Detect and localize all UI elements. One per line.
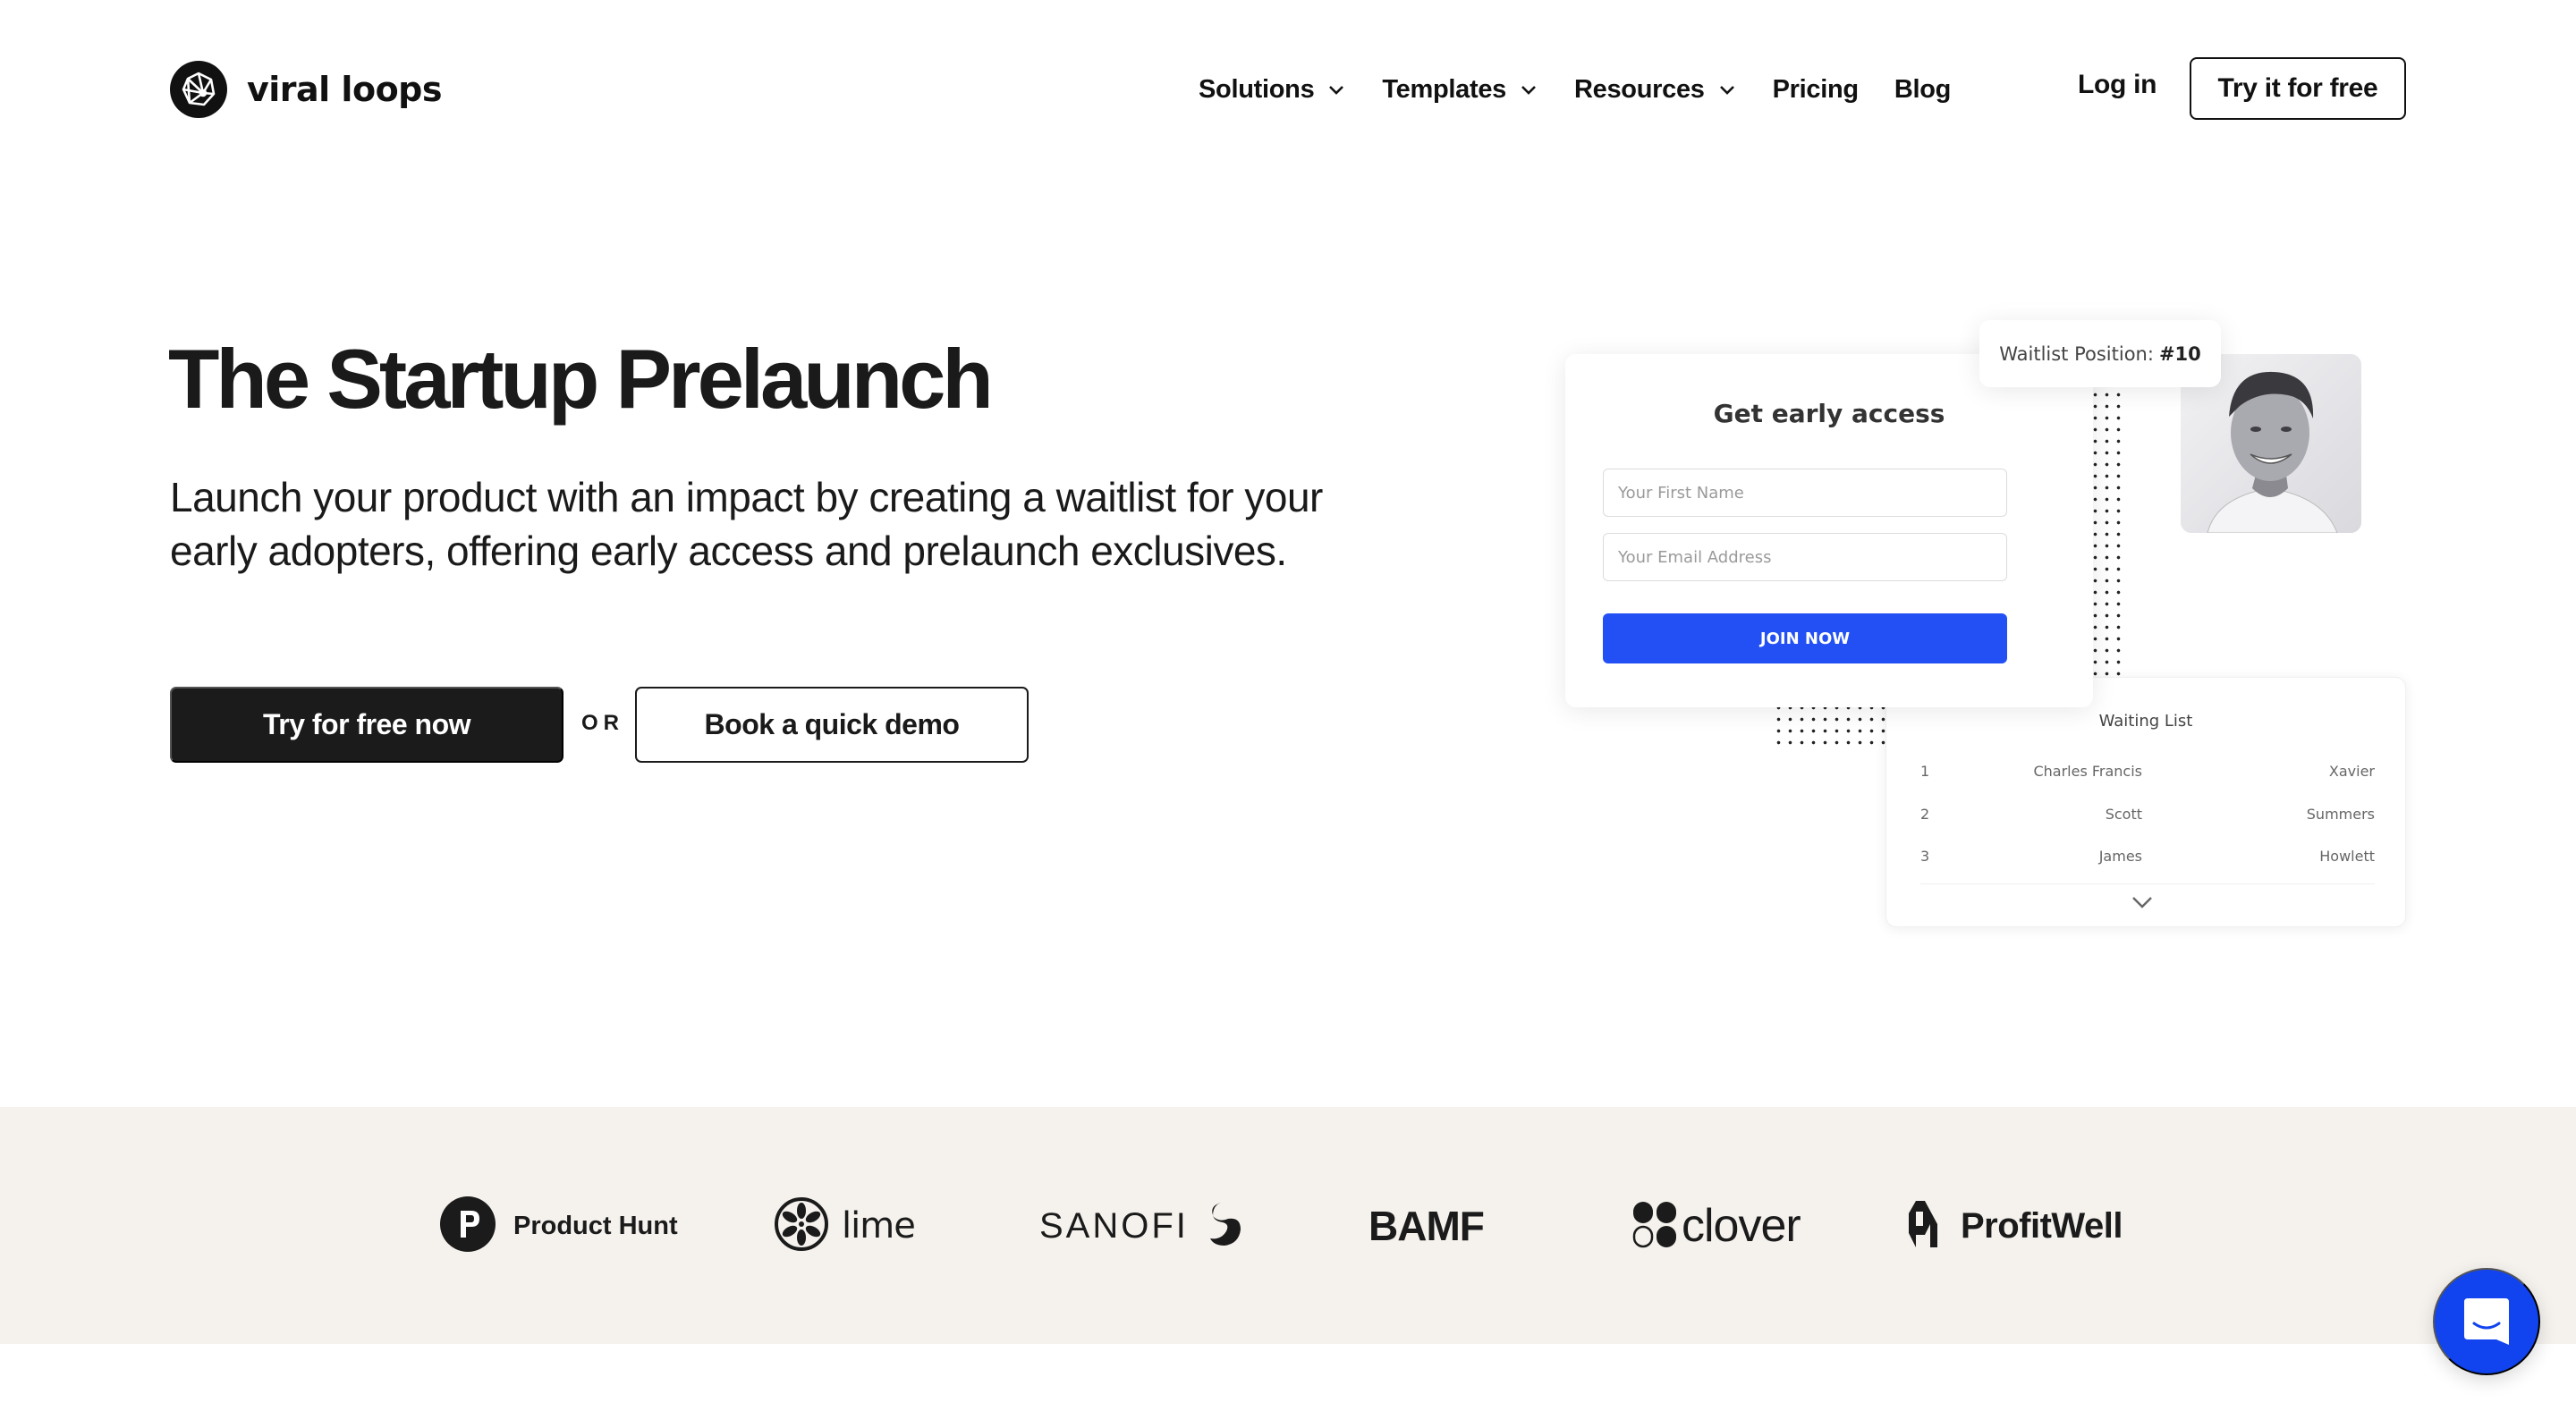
first-name: James [2098, 848, 2142, 865]
chevron-down-icon [1519, 80, 1538, 99]
sanofi-name: SANOFI [1039, 1205, 1189, 1246]
hero-description: Launch your product with an impact by cr… [170, 474, 1323, 574]
nav-pricing-label: Pricing [1772, 74, 1860, 104]
brand-name: viral loops [247, 70, 443, 109]
nav-pricing[interactable]: Pricing [1772, 74, 1860, 105]
lime-icon [774, 1196, 829, 1256]
nav-solutions[interactable]: Solutions [1199, 75, 1346, 105]
dot-pattern-decoration [2089, 389, 2125, 680]
email-input[interactable] [1603, 533, 2007, 581]
dot-pattern-decoration [1773, 702, 1889, 748]
try-free-header-button[interactable]: Try it for free [2190, 57, 2406, 120]
nav-blog-label: Blog [1894, 74, 1952, 104]
customer-logos-band [0, 1107, 2576, 1344]
nav-resources-label: Resources [1574, 74, 1705, 104]
chat-bubble-icon [2461, 1295, 2512, 1349]
logo-clover: clover [1631, 1194, 1801, 1258]
profitwell-icon [1905, 1199, 1955, 1254]
brand-logo[interactable]: viral loops [170, 61, 443, 118]
logo-sanofi: SANOFI [1039, 1194, 1244, 1258]
waiting-list-row: 2 Scott Summers [1920, 806, 2375, 832]
logo-product-hunt: Product Hunt [440, 1194, 678, 1258]
or-separator: OR [581, 711, 624, 735]
form-title: Get early access [1713, 399, 1945, 428]
waiting-list-title: Waiting List [2098, 712, 2193, 731]
chevron-down-icon [1326, 80, 1346, 99]
nav-resources[interactable]: Resources [1574, 75, 1737, 105]
waiting-list-row: 1 Charles Francis Xavier [1920, 763, 2375, 790]
viral-loops-logo-icon [170, 61, 227, 118]
early-access-form-card: Get early access JOIN NOW [1565, 354, 2093, 707]
book-demo-button[interactable]: Book a quick demo [635, 687, 1029, 763]
nav-solutions-label: Solutions [1199, 74, 1315, 104]
hero-title: The Startup Prelaunch [168, 332, 994, 426]
bamf-name: BAMF [1368, 1203, 1485, 1249]
first-name: Scott [2105, 806, 2142, 823]
clover-name: clover [1682, 1200, 1801, 1252]
chevron-down-icon [1717, 80, 1737, 99]
nav-templates[interactable]: Templates [1382, 75, 1538, 105]
main-nav: Solutions Templates Resources Pricing Bl… [1199, 64, 1987, 114]
chat-launcher-button[interactable] [2433, 1268, 2540, 1375]
logo-bamf: BAMF [1368, 1194, 1485, 1258]
logo-lime: lime [774, 1194, 916, 1258]
sanofi-icon [1201, 1201, 1244, 1252]
divider [1920, 883, 2375, 884]
waiting-list-row: 3 James Howlett [1920, 848, 2375, 874]
first-name-input[interactable] [1603, 469, 2007, 517]
waiting-list-card: Waiting List 1 Charles Francis Xavier 2 … [1885, 677, 2406, 927]
nav-templates-label: Templates [1382, 74, 1506, 104]
expand-chevron-icon[interactable] [2128, 892, 2157, 912]
position-label: Waitlist Position: [1999, 342, 2154, 365]
nav-blog[interactable]: Blog [1894, 74, 1952, 105]
waitlist-position-badge: Waitlist Position: #10 [1979, 320, 2221, 387]
first-name: Charles Francis [2033, 763, 2142, 780]
join-now-button[interactable]: JOIN NOW [1603, 613, 2007, 663]
last-name: Summers [2306, 806, 2375, 823]
last-name: Xavier [2328, 763, 2375, 780]
try-free-now-button[interactable]: Try for free now [170, 687, 564, 763]
position-value: #10 [2158, 342, 2201, 365]
product-hunt-icon [440, 1196, 496, 1256]
rank: 2 [1920, 806, 1930, 823]
clover-icon [1631, 1200, 1678, 1253]
lime-name: lime [842, 1205, 916, 1246]
rank: 3 [1920, 848, 1930, 865]
rank: 1 [1920, 763, 1930, 780]
last-name: Howlett [2319, 848, 2375, 865]
logo-profitwell: ProfitWell [1905, 1194, 2123, 1258]
login-link[interactable]: Log in [2078, 70, 2157, 100]
profitwell-name: ProfitWell [1961, 1205, 2123, 1246]
product-hunt-name: Product Hunt [513, 1211, 678, 1240]
